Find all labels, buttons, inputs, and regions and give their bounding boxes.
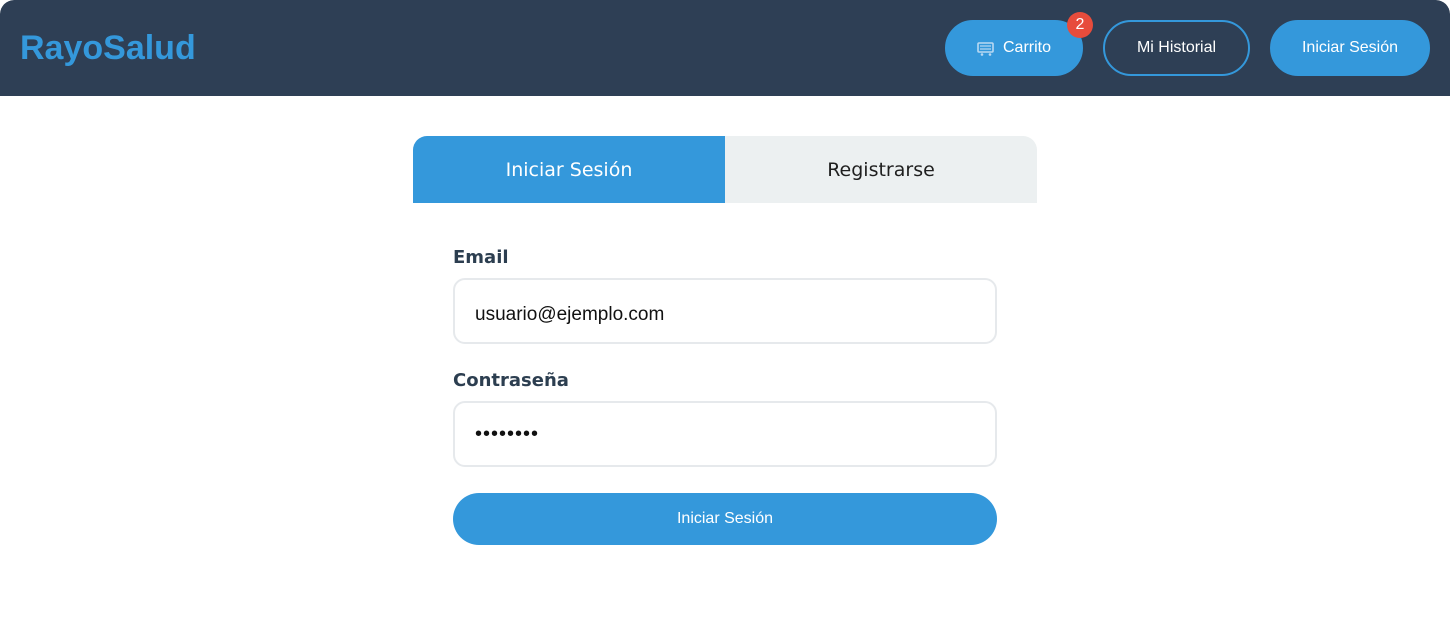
history-button[interactable]: Mi Historial	[1103, 20, 1250, 76]
login-form: Email usuario@ejemplo.com Contraseña •••…	[413, 203, 1037, 545]
password-field[interactable]: ••••••••	[453, 401, 997, 467]
password-field-group: Contraseña ••••••••	[453, 370, 997, 467]
cart-button-label: Carrito	[1002, 39, 1051, 56]
auth-tabs: Iniciar Sesión Registrarse	[413, 136, 1037, 203]
email-field-group: Email usuario@ejemplo.com	[453, 247, 997, 344]
tab-login[interactable]: Iniciar Sesión	[413, 136, 725, 203]
email-field[interactable]: usuario@ejemplo.com	[453, 278, 997, 344]
password-label: Contraseña	[453, 370, 569, 391]
cart-button[interactable]: Carrito 2	[945, 12, 1093, 76]
email-label: Email	[453, 247, 509, 268]
shopping-cart-icon	[977, 42, 995, 56]
tab-register[interactable]: Registrarse	[725, 136, 1037, 203]
auth-panel: Iniciar Sesión Registrarse Email usuario…	[413, 136, 1037, 545]
header-actions: Carrito 2 Mi Historial Iniciar Sesión	[945, 12, 1430, 76]
cart-count-badge: 2	[1067, 12, 1093, 38]
brand-logo[interactable]: RayoSalud	[20, 29, 196, 68]
top-navbar: RayoSalud Carrito 2 Mi Historial Iniciar…	[0, 0, 1450, 96]
header-login-button[interactable]: Iniciar Sesión	[1270, 20, 1430, 76]
login-submit-button[interactable]: Iniciar Sesión	[453, 493, 997, 545]
app-window: RayoSalud Carrito 2 Mi Historial Iniciar…	[0, 0, 1450, 643]
